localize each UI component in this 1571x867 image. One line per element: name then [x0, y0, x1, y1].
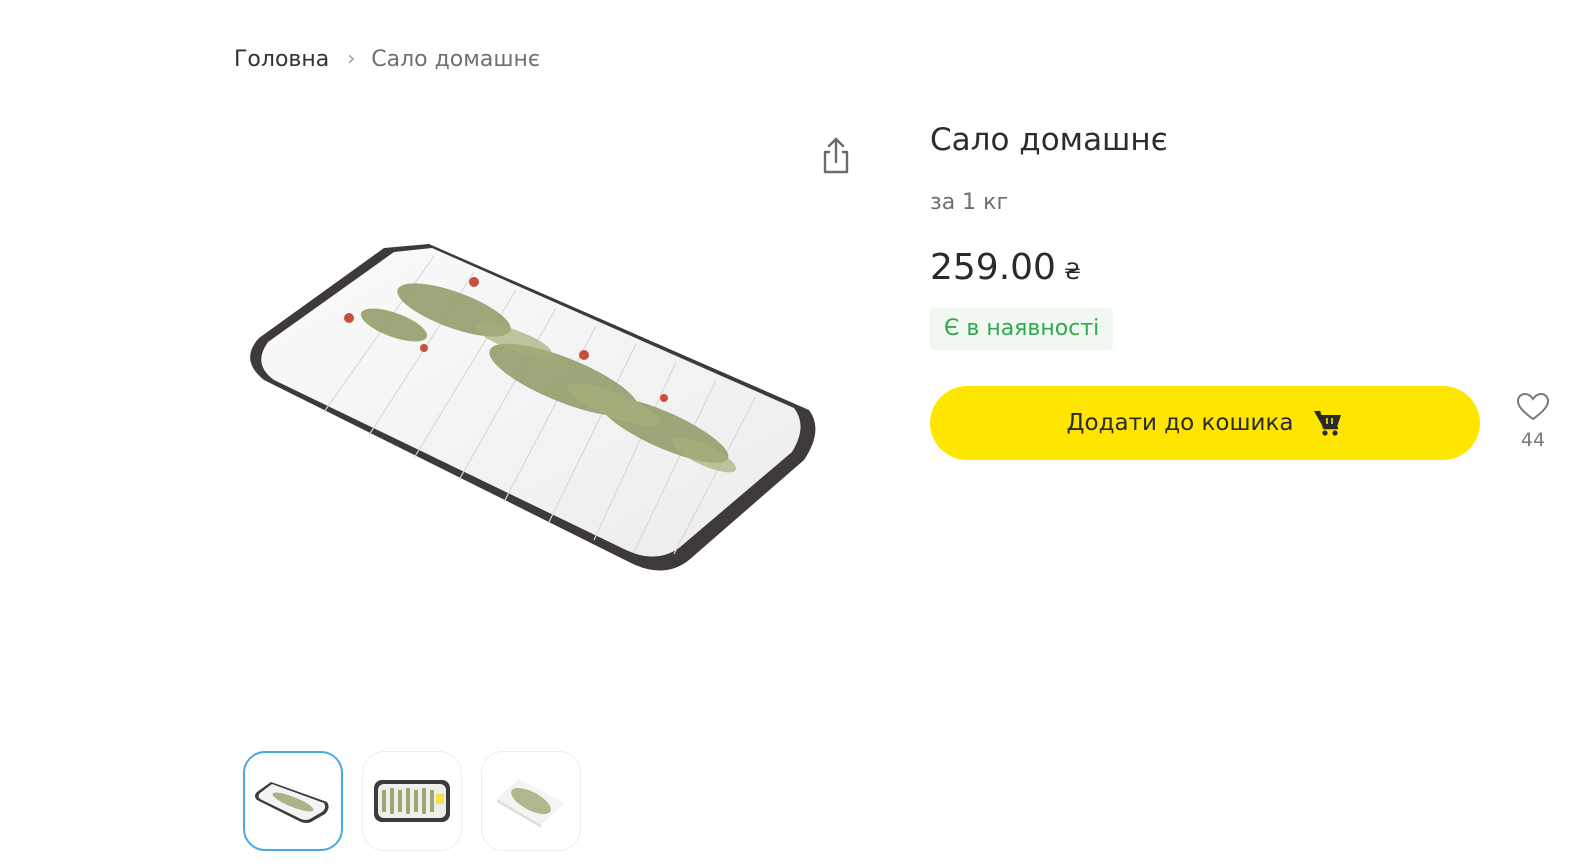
product-main-image	[250, 244, 816, 571]
favorite-count: 44	[1520, 429, 1546, 451]
product-thumbnail-image	[374, 780, 450, 822]
product-unit: за 1 кг	[930, 190, 1009, 215]
breadcrumb: Головна › Сало домашнє	[234, 44, 540, 76]
breadcrumb-separator-icon: ›	[347, 46, 356, 70]
favorite-button[interactable]: 44	[1514, 392, 1552, 452]
breadcrumb-home-link[interactable]: Головна	[234, 44, 329, 76]
product-thumbnail-image	[255, 782, 329, 823]
cart-icon	[1314, 410, 1342, 436]
thumbnail-list	[243, 751, 581, 851]
add-to-cart-button[interactable]: Додати до кошика	[930, 386, 1480, 460]
share-icon	[823, 137, 849, 174]
thumbnail-2[interactable]	[362, 751, 462, 851]
price-value: 259.00	[930, 247, 1056, 288]
breadcrumb-current: Сало домашнє	[371, 47, 540, 72]
price-currency: ₴	[1063, 260, 1081, 285]
heart-icon	[1516, 392, 1550, 421]
product-gallery	[234, 120, 874, 730]
product-price: 259.00 ₴	[930, 246, 1550, 290]
product-info: Сало домашнє за 1 кг 259.00 ₴ Є в наявно…	[930, 118, 1550, 460]
thumbnail-3[interactable]	[481, 751, 581, 851]
share-button[interactable]	[816, 134, 856, 176]
product-title: Сало домашнє	[930, 122, 1168, 158]
thumbnail-1[interactable]	[243, 751, 343, 851]
availability-badge: Є в наявності	[930, 308, 1114, 350]
add-to-cart-label: Додати до кошика	[1066, 410, 1294, 436]
product-thumbnail-image	[497, 779, 565, 828]
